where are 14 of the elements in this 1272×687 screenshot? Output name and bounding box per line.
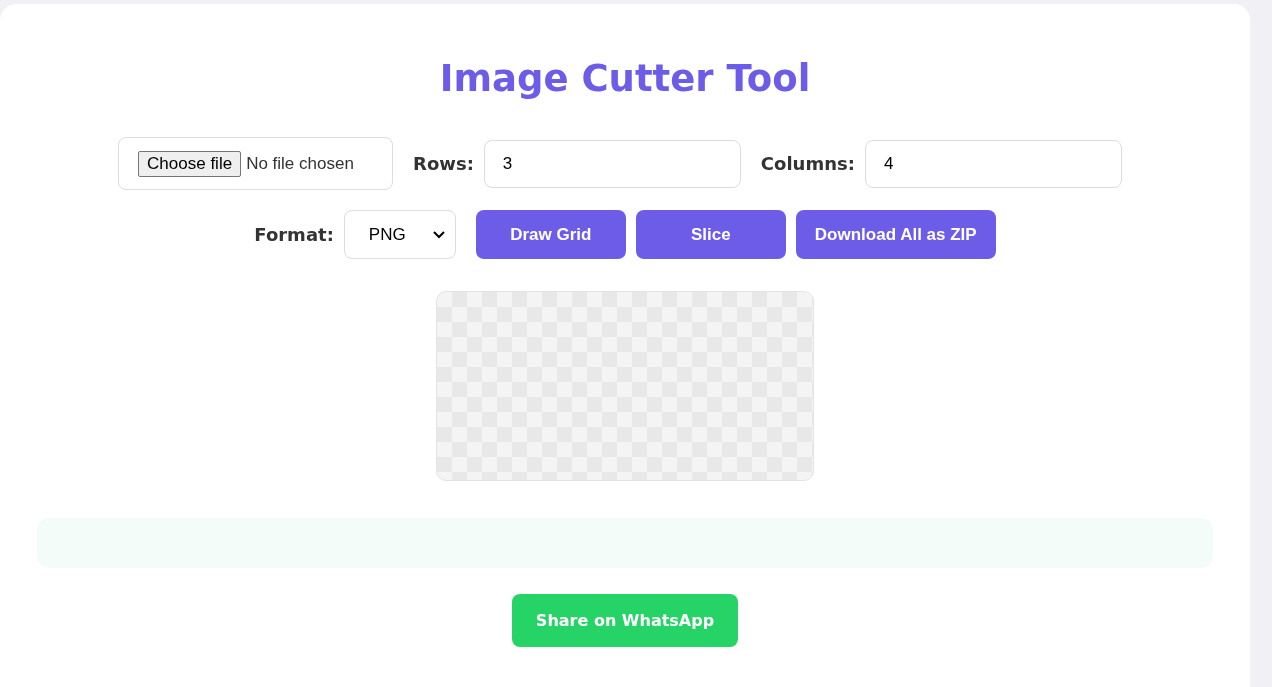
number-field[interactable]: 3 [483, 139, 741, 188]
page-title: Image Cutter Tool [439, 56, 811, 102]
action-button[interactable]: Draw Grid [475, 210, 626, 259]
action-button[interactable]: Download All as ZIP [795, 210, 996, 259]
format-select[interactable]: PNG [343, 210, 456, 259]
chevron-down-icon [432, 230, 445, 239]
format-label: Format: [254, 224, 334, 245]
action-button[interactable]: Slice [635, 210, 786, 259]
file-status: No file chosen [246, 153, 354, 174]
field-label: Columns: [760, 153, 855, 174]
field-label: Rows: [413, 153, 474, 174]
file-input[interactable]: Choose file No file chosen [118, 137, 394, 190]
choose-file-button[interactable]: Choose file [138, 150, 242, 177]
number-field[interactable]: 4 [864, 139, 1122, 188]
